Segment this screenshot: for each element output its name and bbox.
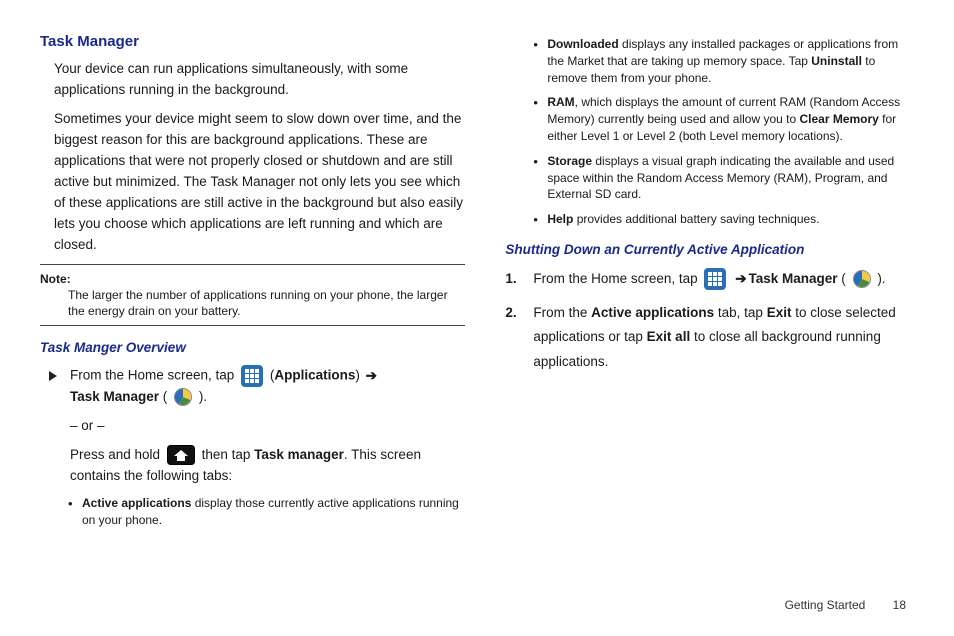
apps-grid-icon (241, 365, 263, 387)
note-body: The larger the number of applications ru… (68, 287, 465, 319)
text: displays a visual graph indicating the a… (547, 154, 894, 202)
clear-memory-label: Clear Memory (799, 112, 878, 126)
tabs-bullet-list-left: Active applications display those curren… (68, 495, 465, 529)
uninstall-label: Uninstall (811, 54, 862, 68)
note-label: Note: (40, 272, 71, 286)
text: ). (877, 271, 885, 286)
page-content: Task Manager Your device can run applica… (0, 0, 954, 610)
list-item: RAM, which displays the amount of curren… (533, 94, 914, 144)
triangle-icon (48, 368, 58, 389)
text: ) (355, 368, 363, 383)
footer-page-number: 18 (893, 598, 906, 612)
note-block: Note: The larger the number of applicati… (40, 264, 465, 327)
task-manager-label: Task Manager (70, 389, 159, 404)
text: From the Home screen, tap (533, 271, 701, 286)
text: then tap (202, 447, 255, 462)
procedure-or: – or – (70, 416, 465, 437)
storage-label: Storage (547, 154, 592, 168)
help-label: Help (547, 212, 573, 226)
text: Press and hold (70, 447, 164, 462)
tabs-bullet-list-right: Downloaded displays any installed packag… (533, 36, 914, 228)
procedure-block: From the Home screen, tap ( Applications)… (70, 365, 465, 487)
task-manager-label: Task Manager (749, 271, 838, 286)
text: ). (199, 389, 207, 404)
task-manager-label2: Task manager (254, 447, 344, 462)
arrow-icon: ➔ (735, 271, 746, 286)
exit-all-label: Exit all (647, 329, 691, 344)
subheading-overview: Task Manger Overview (40, 338, 465, 359)
step-1: 1. From the Home screen, tap ➔Task Manag… (505, 267, 914, 291)
step-2: 2. From the Active applications tab, tap… (505, 301, 914, 374)
pie-chart-icon (853, 270, 871, 288)
page-footer: Getting Started 18 (785, 598, 906, 612)
list-item: Help provides additional battery saving … (533, 211, 914, 228)
ram-label: RAM (547, 95, 574, 109)
heading-task-manager: Task Manager (40, 30, 465, 53)
left-column: Task Manager Your device can run applica… (40, 30, 465, 590)
subheading-shutdown: Shutting Down an Currently Active Applic… (505, 240, 914, 261)
list-item: Storage displays a visual graph indicati… (533, 153, 914, 203)
paragraph-intro: Your device can run applications simulta… (54, 59, 465, 101)
text: ( (159, 389, 171, 404)
text: tab, tap (714, 305, 767, 320)
numbered-steps: 1. From the Home screen, tap ➔Task Manag… (505, 267, 914, 374)
active-applications-label: Active applications (82, 496, 191, 510)
downloaded-label: Downloaded (547, 37, 618, 51)
text: ( (838, 271, 850, 286)
paragraph-explain: Sometimes your device might seem to slow… (54, 109, 465, 255)
text: From the (533, 305, 591, 320)
footer-section: Getting Started (785, 598, 866, 612)
apps-grid-icon (704, 268, 726, 290)
exit-label: Exit (767, 305, 792, 320)
arrow-icon: ➔ (366, 368, 377, 383)
active-applications-label: Active applications (591, 305, 714, 320)
list-item: Active applications display those curren… (68, 495, 465, 529)
home-key-icon (167, 445, 195, 465)
procedure-line1: From the Home screen, tap ( Applications)… (70, 365, 465, 408)
step-number: 2. (505, 301, 516, 325)
procedure-line2: Press and hold then tap Task manager. Th… (70, 445, 465, 487)
step-number: 1. (505, 267, 516, 291)
right-column: Downloaded displays any installed packag… (505, 30, 914, 590)
list-item: Downloaded displays any installed packag… (533, 36, 914, 86)
applications-label: Applications (274, 368, 355, 383)
text: From the Home screen, tap (70, 368, 238, 383)
pie-chart-icon (174, 388, 192, 406)
text: provides additional battery saving techn… (573, 212, 819, 226)
